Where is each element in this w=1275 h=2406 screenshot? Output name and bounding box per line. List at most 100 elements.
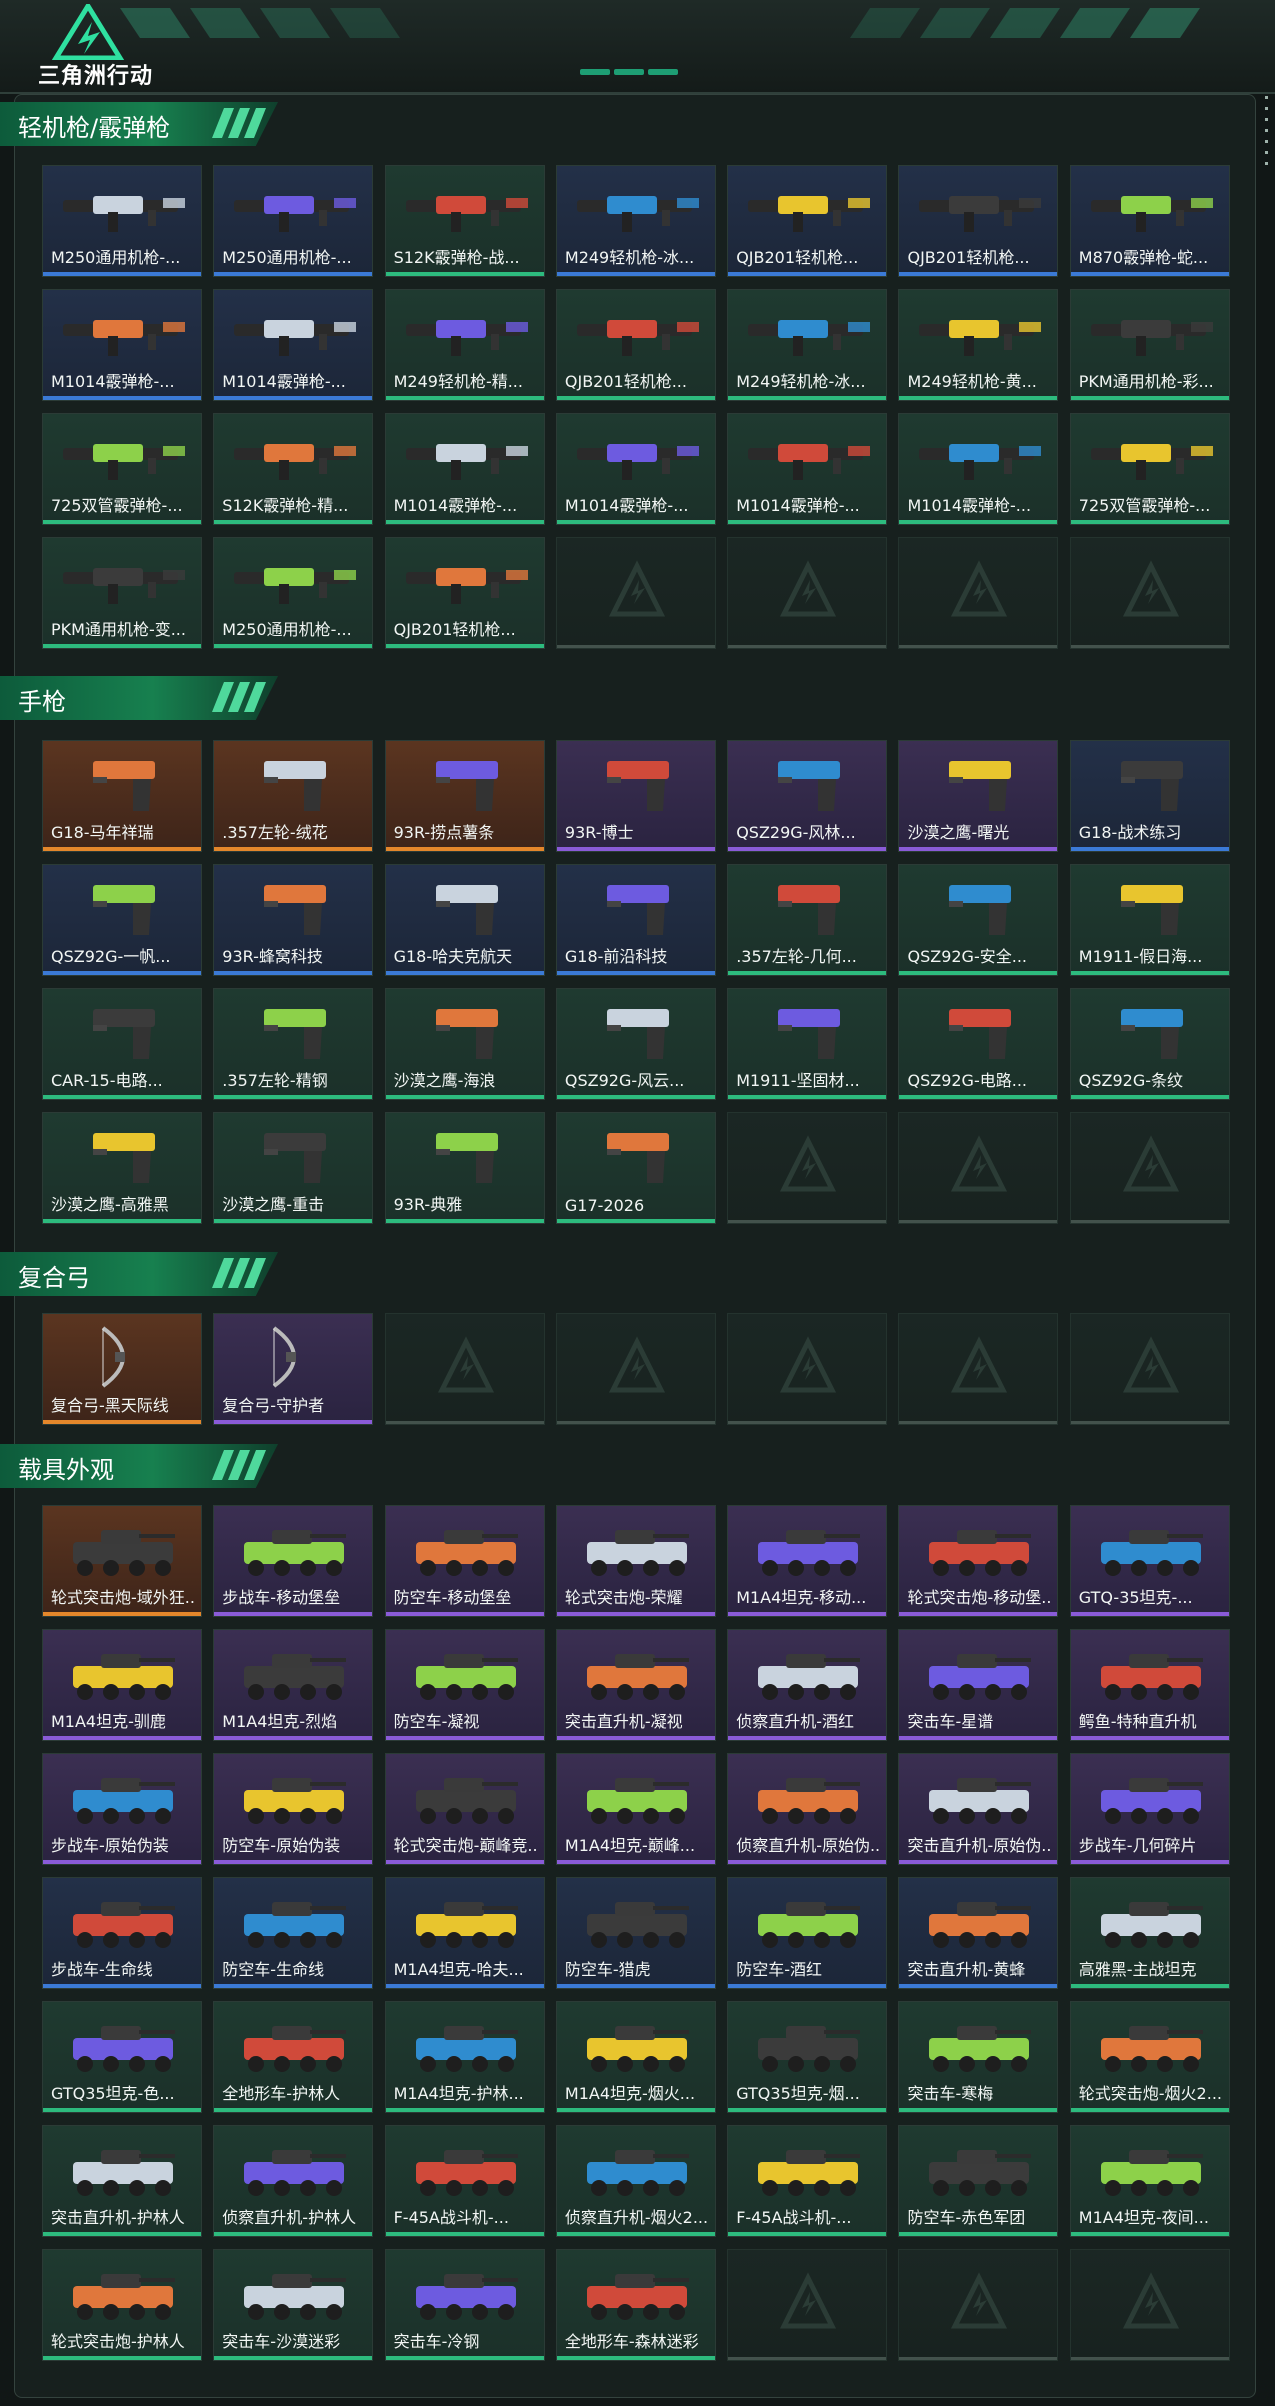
item-card[interactable]: 鳄鱼-特种直升机 (1069, 1629, 1230, 1741)
item-card[interactable]: M1014霰弹枪-... (555, 413, 716, 525)
item-card[interactable]: M1014霰弹枪-... (384, 413, 545, 525)
item-card[interactable]: 高雅黑-主战坦克 (1069, 1877, 1230, 1989)
item-card[interactable]: 沙漠之鹰-海浪 (384, 988, 545, 1100)
item-card[interactable]: M1A4坦克-巅峰... (555, 1753, 716, 1865)
item-card[interactable]: M1014霰弹枪-... (898, 413, 1059, 525)
item-card[interactable]: QJB201轻机枪... (555, 289, 716, 401)
item-card[interactable]: 突击直升机-护林人 (42, 2125, 202, 2237)
item-card[interactable]: M1014霰弹枪-... (727, 413, 888, 525)
item-card[interactable]: M250通用机枪-... (42, 165, 202, 277)
item-card[interactable]: S12K霰弹枪-战... (384, 165, 545, 277)
item-card[interactable]: M1911-坚固材... (727, 988, 888, 1100)
item-card[interactable]: 防空车-赤色军团 (898, 2125, 1059, 2237)
item-card[interactable]: QSZ29G-风林... (727, 740, 888, 852)
item-card[interactable]: GTQ-35坦克-... (1069, 1505, 1230, 1617)
item-card[interactable]: 防空车-凝视 (384, 1629, 545, 1741)
item-card[interactable]: 突击车-寒梅 (898, 2001, 1059, 2113)
item-card[interactable]: 93R-博士 (555, 740, 716, 852)
item-card[interactable]: 防空车-原始伪装 (213, 1753, 374, 1865)
item-card[interactable]: 725双管霰弹枪-... (1069, 413, 1230, 525)
item-card[interactable]: M250通用机枪-... (213, 165, 374, 277)
item-card[interactable]: 复合弓-黑天际线 (42, 1313, 202, 1425)
item-card[interactable]: 侦察直升机-酒红 (727, 1629, 888, 1741)
item-card[interactable]: 93R-捞点薯条 (384, 740, 545, 852)
gun-icon (919, 444, 1042, 480)
item-card[interactable]: 全地形车-森林迷彩 (555, 2249, 716, 2361)
item-card[interactable]: 93R-典雅 (384, 1112, 545, 1224)
item-card[interactable]: 突击车-冷钢 (384, 2249, 545, 2361)
item-card[interactable]: M249轻机枪-黄... (898, 289, 1059, 401)
item-card[interactable]: M1911-假日海... (1069, 864, 1230, 976)
item-card[interactable]: F-45A战斗机-... (727, 2125, 888, 2237)
item-card[interactable]: 轮式突击炮-域外狂... (42, 1505, 202, 1617)
item-card[interactable]: M250通用机枪-... (213, 537, 374, 649)
item-card[interactable]: 突击车-沙漠迷彩 (213, 2249, 374, 2361)
item-card[interactable]: 轮式突击炮-烟火2... (1069, 2001, 1230, 2113)
item-card[interactable]: 沙漠之鹰-曙光 (898, 740, 1059, 852)
item-card[interactable]: M1A4坦克-夜间... (1069, 2125, 1230, 2237)
item-card[interactable]: 93R-蜂窝科技 (213, 864, 374, 976)
item-card[interactable]: 侦察直升机-原始伪... (727, 1753, 888, 1865)
item-card[interactable]: CAR-15-电路... (42, 988, 202, 1100)
item-card[interactable]: M1A4坦克-哈夫... (384, 1877, 545, 1989)
item-card[interactable]: 防空车-生命线 (213, 1877, 374, 1989)
item-card[interactable]: 侦察直升机-护林人 (213, 2125, 374, 2237)
item-card[interactable]: 轮式突击炮-护林人 (42, 2249, 202, 2361)
item-card[interactable]: 突击直升机-黄蜂 (898, 1877, 1059, 1989)
item-card[interactable]: PKM通用机枪-彩... (1069, 289, 1230, 401)
item-card[interactable]: GTQ35坦克-色... (42, 2001, 202, 2113)
item-card[interactable]: 防空车-猎虎 (555, 1877, 716, 1989)
item-card[interactable]: M1A4坦克-移动... (727, 1505, 888, 1617)
item-card[interactable]: 复合弓-守护者 (213, 1313, 374, 1425)
item-card[interactable]: 突击直升机-凝视 (555, 1629, 716, 1741)
item-card[interactable]: G18-马年祥瑞 (42, 740, 202, 852)
item-card[interactable]: 突击直升机-原始伪... (898, 1753, 1059, 1865)
item-card[interactable]: PKM通用机枪-变... (42, 537, 202, 649)
item-card[interactable]: G18-前沿科技 (555, 864, 716, 976)
item-card[interactable]: .357左轮-绒花 (213, 740, 374, 852)
item-card[interactable]: 轮式突击炮-荣耀 (555, 1505, 716, 1617)
item-card[interactable]: QSZ92G-风云... (555, 988, 716, 1100)
item-card[interactable]: 步战车-几何碎片 (1069, 1753, 1230, 1865)
item-card[interactable]: .357左轮-几何... (727, 864, 888, 976)
item-card[interactable]: M1A4坦克-护林... (384, 2001, 545, 2113)
item-card[interactable]: 防空车-酒红 (727, 1877, 888, 1989)
item-card[interactable]: M1014霰弹枪-... (213, 289, 374, 401)
item-card[interactable]: M249轻机枪-精... (384, 289, 545, 401)
item-card[interactable]: QSZ92G-一帆... (42, 864, 202, 976)
scrollbar[interactable] (1265, 96, 1269, 166)
item-card[interactable]: M249轻机枪-冰... (555, 165, 716, 277)
item-card[interactable]: M249轻机枪-冰... (727, 289, 888, 401)
item-card[interactable]: QSZ92G-条纹 (1069, 988, 1230, 1100)
item-card[interactable]: 沙漠之鹰-高雅黑 (42, 1112, 202, 1224)
item-card[interactable]: QJB201轻机枪... (727, 165, 888, 277)
item-card[interactable]: 突击车-星谱 (898, 1629, 1059, 1741)
item-card[interactable]: 轮式突击炮-移动堡... (898, 1505, 1059, 1617)
item-card[interactable]: 步战车-移动堡垒 (213, 1505, 374, 1617)
item-card[interactable]: S12K霰弹枪-精... (213, 413, 374, 525)
item-card[interactable]: 步战车-生命线 (42, 1877, 202, 1989)
item-card[interactable]: 防空车-移动堡垒 (384, 1505, 545, 1617)
item-card[interactable]: F-45A战斗机-... (384, 2125, 545, 2237)
item-card[interactable]: QSZ92G-电路... (898, 988, 1059, 1100)
item-card[interactable]: M870霰弹枪-蛇... (1069, 165, 1230, 277)
item-card[interactable]: M1A4坦克-烈焰 (213, 1629, 374, 1741)
item-card[interactable]: G18-哈夫克航天 (384, 864, 545, 976)
item-card[interactable]: M1A4坦克-驯鹿 (42, 1629, 202, 1741)
item-card[interactable]: G17-2026 (555, 1112, 716, 1224)
item-card[interactable]: 沙漠之鹰-重击 (213, 1112, 374, 1224)
item-card[interactable]: 轮式突击炮-巅峰竞... (384, 1753, 545, 1865)
item-card[interactable]: 全地形车-护林人 (213, 2001, 374, 2113)
item-card[interactable]: QSZ92G-安全... (898, 864, 1059, 976)
item-card[interactable]: QJB201轻机枪... (384, 537, 545, 649)
item-card[interactable]: QJB201轻机枪... (898, 165, 1059, 277)
item-card[interactable]: .357左轮-精钢 (213, 988, 374, 1100)
item-card[interactable]: 725双管霰弹枪-... (42, 413, 202, 525)
item-card[interactable]: M1014霰弹枪-... (42, 289, 202, 401)
item-card[interactable]: M1A4坦克-烟火... (555, 2001, 716, 2113)
item-card[interactable]: 侦察直升机-烟火2... (555, 2125, 716, 2237)
item-card[interactable]: GTQ35坦克-烟... (727, 2001, 888, 2113)
item-card[interactable]: G18-战术练习 (1069, 740, 1230, 852)
rarity-underline (899, 645, 1058, 648)
item-card[interactable]: 步战车-原始伪装 (42, 1753, 202, 1865)
